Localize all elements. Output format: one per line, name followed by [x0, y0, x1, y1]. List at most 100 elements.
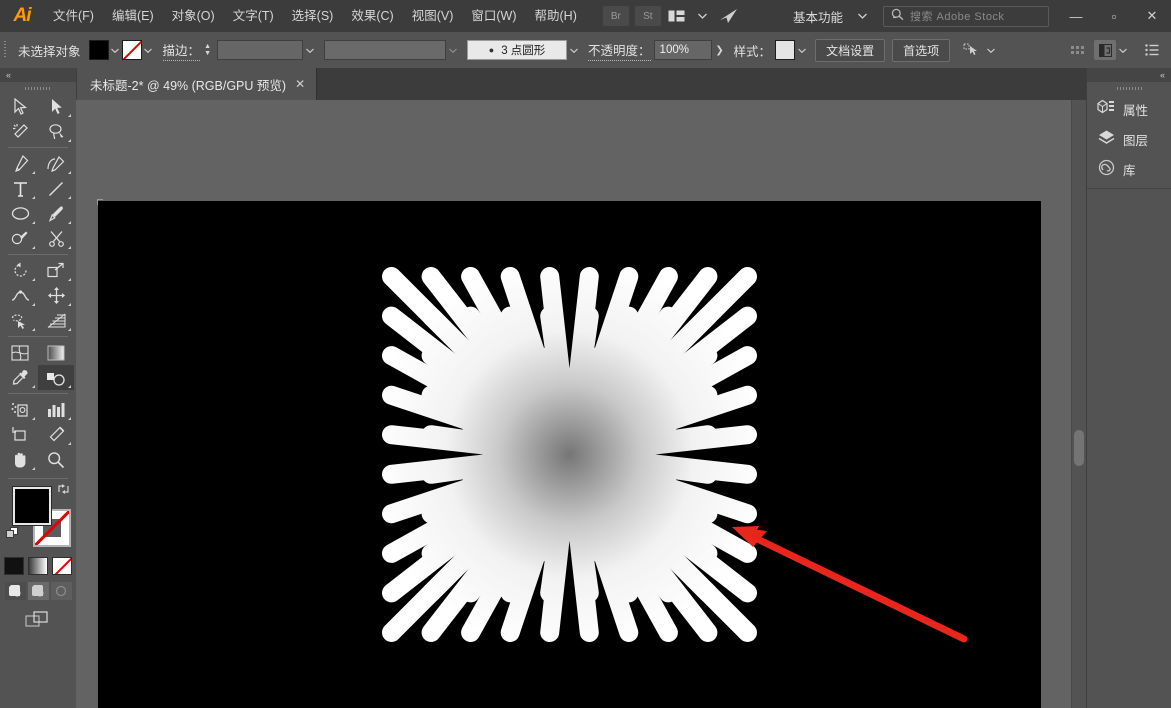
- stroke-weight-chevron-down-icon[interactable]: [303, 40, 316, 60]
- opacity-input[interactable]: 100%: [654, 40, 712, 60]
- fill-chevron-down-icon[interactable]: [109, 40, 122, 60]
- artboard-tool[interactable]: [2, 422, 38, 447]
- brush-definition-select[interactable]: ● 3 点圆形: [467, 40, 567, 60]
- menu-edit[interactable]: 编辑(E): [103, 0, 163, 32]
- dock-collapse-icon[interactable]: «: [1087, 68, 1171, 82]
- artboard[interactable]: [98, 201, 1041, 708]
- menu-file[interactable]: 文件(F): [44, 0, 103, 32]
- toolbar-grip[interactable]: [0, 82, 76, 94]
- tool-group-paint: [0, 340, 76, 390]
- scale-tool[interactable]: [38, 258, 74, 283]
- pen-tool[interactable]: [2, 151, 38, 176]
- dock-grip[interactable]: [1087, 82, 1171, 94]
- close-button[interactable]: ✕: [1133, 0, 1171, 32]
- fill-color-indicator[interactable]: [13, 487, 51, 525]
- stroke-weight-stepper[interactable]: ▲▼: [202, 40, 213, 60]
- style-chevron-down-icon[interactable]: [795, 40, 808, 60]
- panel-toggle-icon[interactable]: [1094, 40, 1116, 60]
- ellipse-tool[interactable]: [2, 201, 38, 226]
- column-graph-tool[interactable]: [38, 397, 74, 422]
- blend-tool[interactable]: [38, 365, 74, 390]
- mesh-tool[interactable]: [2, 340, 38, 365]
- stroke-chevron-down-icon[interactable]: [142, 40, 155, 60]
- opacity-options-icon[interactable]: ❯: [712, 40, 728, 60]
- swap-fill-stroke-icon[interactable]: [57, 483, 70, 498]
- stroke-profile-input[interactable]: [324, 40, 446, 60]
- brush-chevron-down-icon[interactable]: [567, 40, 580, 60]
- symbol-sprayer-tool[interactable]: [2, 397, 38, 422]
- bridge-icon[interactable]: Br: [603, 6, 629, 26]
- graphic-style-swatch[interactable]: [775, 40, 795, 60]
- chevron-down-icon[interactable]: [690, 5, 716, 27]
- perspective-grid-tool[interactable]: [38, 308, 74, 333]
- minimize-button[interactable]: —: [1057, 0, 1095, 32]
- slice-tool[interactable]: [38, 422, 74, 447]
- change-screen-mode-icon[interactable]: [0, 609, 76, 629]
- select-similar-chevron-down-icon[interactable]: [984, 40, 997, 60]
- document-tab[interactable]: 未标题-2* @ 49% (RGB/GPU 预览) ✕: [76, 68, 317, 100]
- stroke-weight-input[interactable]: [217, 40, 303, 60]
- magic-wand-tool[interactable]: [2, 119, 38, 144]
- preferences-button[interactable]: 首选项: [892, 39, 950, 62]
- default-fill-stroke-icon[interactable]: [6, 527, 19, 540]
- more-options-icon[interactable]: [1139, 39, 1165, 61]
- stroke-color-swatch[interactable]: [122, 40, 142, 60]
- curvature-tool[interactable]: [38, 151, 74, 176]
- draw-normal-button[interactable]: [5, 582, 26, 600]
- menu-effect[interactable]: 效果(C): [342, 0, 402, 32]
- toolbar-collapse-icon[interactable]: «: [0, 68, 76, 82]
- arrange-documents-icon[interactable]: [664, 5, 690, 27]
- draw-behind-button[interactable]: [28, 582, 49, 600]
- color-mode-color-button[interactable]: [4, 557, 24, 575]
- selection-status: 未选择对象: [10, 41, 89, 60]
- workspace-switcher[interactable]: 基本功能: [783, 7, 849, 26]
- eyedropper-tool[interactable]: [2, 365, 38, 390]
- direct-selection-tool[interactable]: [38, 94, 74, 119]
- menu-view[interactable]: 视图(V): [403, 0, 463, 32]
- draw-inside-button[interactable]: [51, 582, 72, 600]
- discover-icon[interactable]: [716, 5, 742, 27]
- shape-builder-tool[interactable]: [2, 308, 38, 333]
- hand-tool[interactable]: [2, 447, 38, 472]
- gradient-tool[interactable]: [38, 340, 74, 365]
- menu-type[interactable]: 文字(T): [224, 0, 283, 32]
- tool-group-selection: [0, 94, 76, 144]
- document-setup-button[interactable]: 文档设置: [815, 39, 885, 62]
- menu-object[interactable]: 对象(O): [163, 0, 224, 32]
- maximize-button[interactable]: ▫: [1095, 0, 1133, 32]
- menu-select[interactable]: 选择(S): [283, 0, 343, 32]
- vertical-scrollbar[interactable]: [1071, 100, 1086, 708]
- control-bar-grip[interactable]: [0, 32, 10, 68]
- line-segment-tool[interactable]: [38, 176, 74, 201]
- select-similar-objects-icon[interactable]: [958, 39, 984, 61]
- dock-item-libraries[interactable]: 库: [1087, 154, 1171, 184]
- menu-help[interactable]: 帮助(H): [526, 0, 586, 32]
- canvas-area[interactable]: [76, 100, 1086, 708]
- layers-icon: [1097, 129, 1116, 149]
- stroke-label[interactable]: 描边：: [163, 40, 201, 61]
- dock-item-properties[interactable]: 属性: [1087, 94, 1171, 124]
- vertical-scrollbar-thumb[interactable]: [1074, 430, 1084, 466]
- lasso-tool[interactable]: [38, 119, 74, 144]
- width-tool[interactable]: [2, 283, 38, 308]
- stock-icon[interactable]: St: [635, 6, 661, 26]
- scissors-tool[interactable]: [38, 226, 74, 251]
- zoom-tool[interactable]: [38, 447, 74, 472]
- menu-window[interactable]: 窗口(W): [462, 0, 525, 32]
- paintbrush-tool[interactable]: [38, 201, 74, 226]
- shaper-tool[interactable]: [2, 226, 38, 251]
- fill-color-swatch[interactable]: [89, 40, 109, 60]
- illustrator-window: Ai 文件(F) 编辑(E) 对象(O) 文字(T) 选择(S) 效果(C) 视…: [0, 0, 1171, 708]
- type-tool[interactable]: [2, 176, 38, 201]
- panel-chevron-down-icon[interactable]: [1116, 40, 1129, 60]
- workspace-chevron-down-icon[interactable]: [849, 5, 875, 27]
- stock-search-input[interactable]: 搜索 Adobe Stock: [883, 6, 1049, 27]
- free-transform-tool[interactable]: [38, 283, 74, 308]
- rotate-tool[interactable]: [2, 258, 38, 283]
- color-mode-none-button[interactable]: [52, 557, 72, 575]
- opacity-label[interactable]: 不透明度：: [588, 40, 651, 61]
- selection-tool[interactable]: [2, 94, 38, 119]
- dock-item-layers[interactable]: 图层: [1087, 124, 1171, 154]
- close-icon[interactable]: ✕: [295, 77, 305, 91]
- color-mode-gradient-button[interactable]: [28, 557, 48, 575]
